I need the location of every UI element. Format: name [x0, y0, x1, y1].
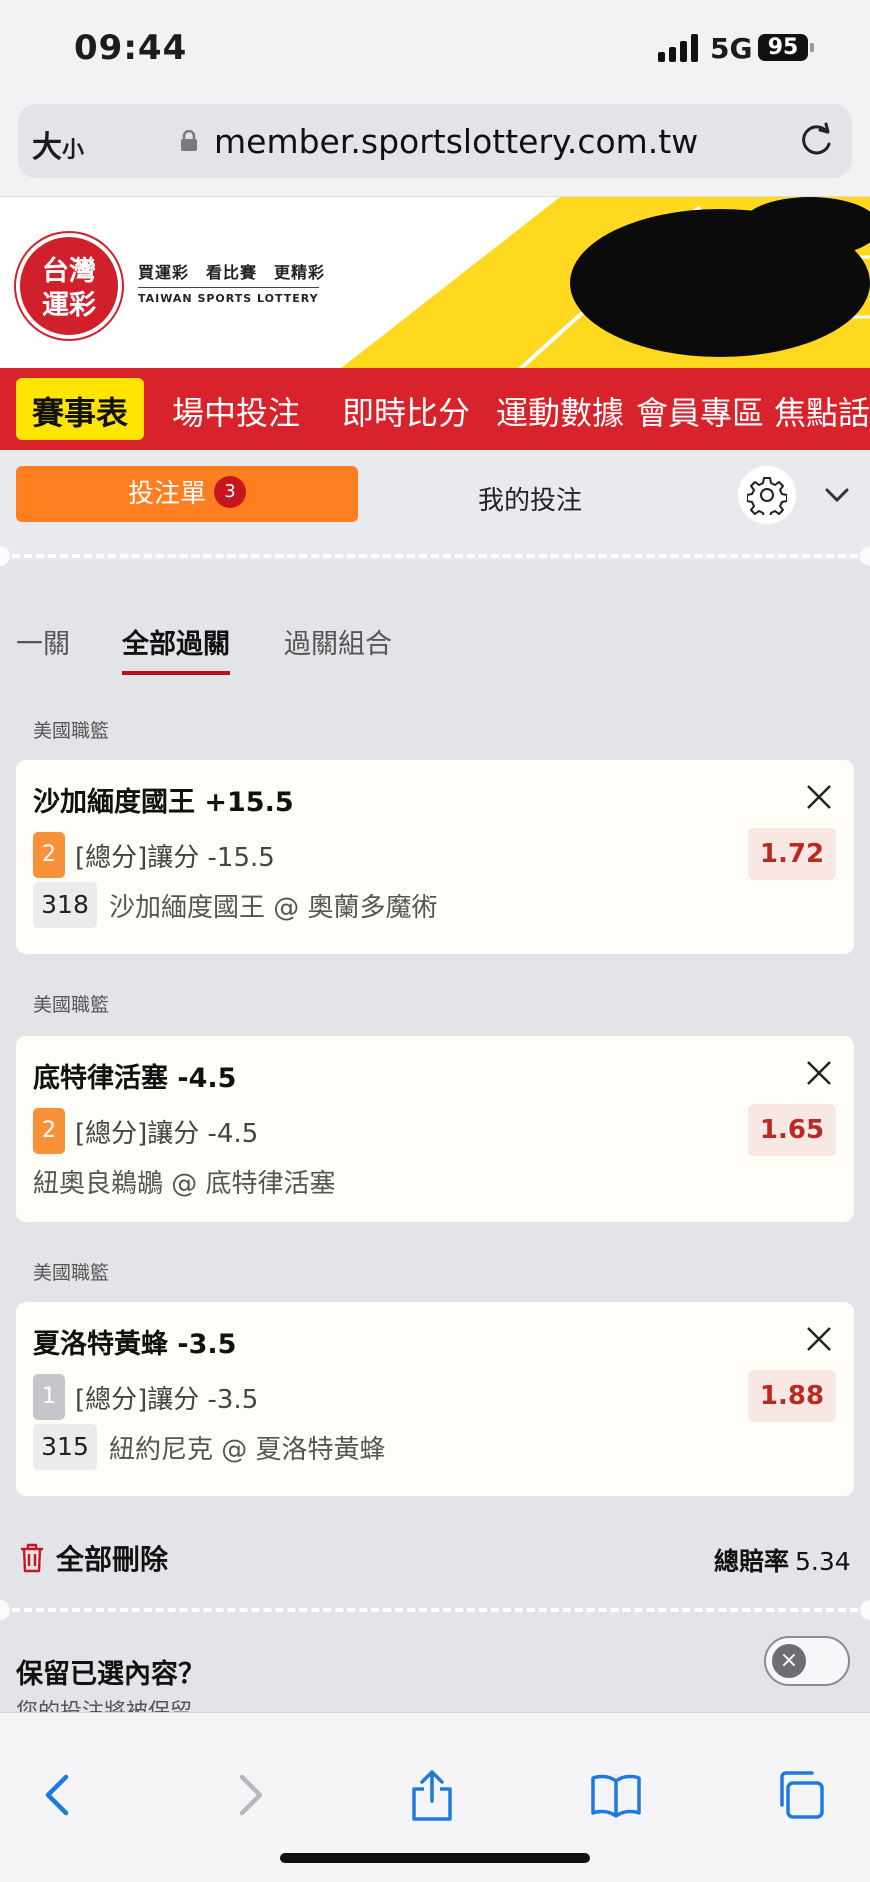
pass-count-badge: 2 [33, 832, 65, 878]
nav-item-focus[interactable]: 焦點話 [774, 388, 870, 434]
url-text[interactable]: member.sportslottery.com.tw [214, 122, 698, 161]
gear-icon [747, 477, 787, 515]
bet-market: [總分]讓分 -4.5 [75, 1118, 259, 1149]
game-number: 315 [33, 1424, 97, 1470]
bet-odds: 1.88 [748, 1370, 836, 1422]
divider [0, 1608, 870, 1612]
back-icon[interactable] [32, 1767, 88, 1823]
status-bar: 09:44 5G 95 [0, 0, 870, 96]
ticket-notch-right [860, 546, 870, 566]
close-icon[interactable] [804, 1324, 834, 1354]
toggle-off-icon: × [772, 1644, 806, 1678]
bet-type-tabs: 一關 全部過關 過關組合 [0, 610, 870, 675]
bet-card: 沙加緬度國王 +15.5 2 [總分]讓分 -15.5 318 沙加緬度國王 @… [16, 760, 854, 954]
ticket-notch-left [0, 1600, 10, 1620]
total-odds: 總賠率 5.34 [714, 1542, 851, 1578]
bet-market: [總分]讓分 -3.5 [75, 1384, 259, 1415]
tab-single[interactable]: 一關 [16, 622, 70, 661]
pass-count-badge: 1 [33, 1374, 65, 1420]
banner-slogan: 買運彩 看比賽 更精彩 [138, 263, 326, 282]
nav-item-live-bet[interactable]: 場中投注 [172, 388, 300, 434]
tab-parlay-combo[interactable]: 過關組合 [284, 622, 392, 661]
bet-selection: 夏洛特黃蜂 -3.5 [33, 1329, 237, 1360]
keep-selections-title: 保留已選內容？ [16, 1659, 205, 1690]
trash-icon[interactable] [18, 1542, 46, 1574]
total-odds-label: 總賠率 [714, 1547, 790, 1576]
bet-card: 底特律活塞 -4.5 2 [總分]讓分 -4.5 紐奧良鵜鶘 @ 底特律活塞 1… [16, 1036, 854, 1222]
tab-betslip[interactable]: 投注單 3 [16, 466, 358, 522]
league-label: 美國職籃 [33, 1262, 110, 1284]
tab-betslip-label: 投注單 [127, 479, 206, 509]
bet-selection: 底特律活塞 -4.5 [33, 1063, 237, 1094]
betslip-footer: 全部刪除 總賠率 5.34 [0, 1530, 870, 1590]
total-odds-value: 5.34 [795, 1547, 851, 1576]
battery-icon: 95 [758, 34, 814, 61]
banner-slogan-en: TAIWAN SPORTS LOTTERY [138, 287, 319, 305]
tab-my-bets[interactable]: 我的投注 [478, 480, 582, 517]
nav-item-member[interactable]: 會員專區 [636, 388, 764, 434]
bookmarks-icon[interactable] [588, 1767, 644, 1823]
address-bar[interactable]: 大小 member.sportslottery.com.tw [18, 104, 852, 178]
keep-selections-subtitle: 您的投注將被保留 [16, 1694, 192, 1712]
settings-button[interactable] [738, 466, 796, 524]
keep-selections-toggle[interactable]: × [764, 1636, 850, 1686]
main-nav: 賽事表 場中投注 即時比分 運動數據 會員專區 焦點話 [0, 368, 870, 450]
text-size-button[interactable]: 大小 [32, 122, 84, 166]
nav-item-schedule[interactable]: 賽事表 [16, 378, 145, 440]
site-banner: 台灣 運彩 買運彩 看比賽 更精彩 TAIWAN SPORTS LOTTERY [0, 196, 870, 368]
reload-icon[interactable] [796, 120, 836, 160]
signal-icon [658, 32, 698, 62]
lock-icon [181, 130, 197, 151]
league-label: 美國職籃 [33, 994, 110, 1016]
bet-card: 夏洛特黃蜂 -3.5 1 [總分]讓分 -3.5 315 紐約尼克 @ 夏洛特黃… [16, 1302, 854, 1496]
forward-icon[interactable] [220, 1767, 276, 1823]
nav-item-live-score[interactable]: 即時比分 [342, 388, 470, 434]
bet-odds: 1.72 [748, 828, 836, 880]
home-indicator [280, 1853, 590, 1863]
nav-item-sports-data[interactable]: 運動數據 [496, 388, 624, 434]
delete-all-button[interactable]: 全部刪除 [56, 1538, 168, 1578]
chevron-down-icon[interactable] [822, 480, 852, 510]
close-icon[interactable] [804, 1058, 834, 1088]
bet-match: 紐約尼克 @ 夏洛特黃蜂 [109, 1434, 386, 1465]
bet-match: 沙加緬度國王 @ 奧蘭多魔術 [109, 892, 438, 923]
bet-market: [總分]讓分 -15.5 [75, 842, 275, 873]
status-time: 09:44 [74, 28, 188, 68]
betslip-count-badge: 3 [214, 475, 246, 508]
bet-match: 紐奧良鵜鶘 @ 底特律活塞 [33, 1168, 336, 1199]
divider [0, 554, 870, 558]
close-icon[interactable] [804, 782, 834, 812]
share-icon[interactable] [404, 1767, 460, 1823]
pass-count-badge: 2 [33, 1108, 65, 1154]
bet-selection: 沙加緬度國王 +15.5 [33, 787, 294, 818]
text-size-large: 大 [32, 130, 62, 165]
tab-all-parlay[interactable]: 全部過關 [122, 622, 230, 675]
bet-odds: 1.65 [748, 1104, 836, 1156]
betslip-tabbar: 投注單 3 我的投注 [0, 450, 870, 560]
logo-line2: 運彩 [42, 290, 96, 321]
network-label: 5G [710, 32, 753, 65]
site-logo[interactable]: 台灣 運彩 [16, 233, 122, 339]
banner-artwork [341, 197, 870, 368]
ticket-notch-right [860, 1600, 870, 1620]
text-size-small: 小 [62, 138, 85, 163]
tabs-icon[interactable] [772, 1767, 828, 1823]
game-number: 318 [33, 882, 97, 928]
league-label: 美國職籃 [33, 720, 110, 742]
logo-line1: 台灣 [42, 256, 96, 287]
betslip-panel: 投注單 3 我的投注 一關 全部過關 過關組合 美國職籃 沙加緬度國王 +15.5… [0, 450, 870, 1712]
